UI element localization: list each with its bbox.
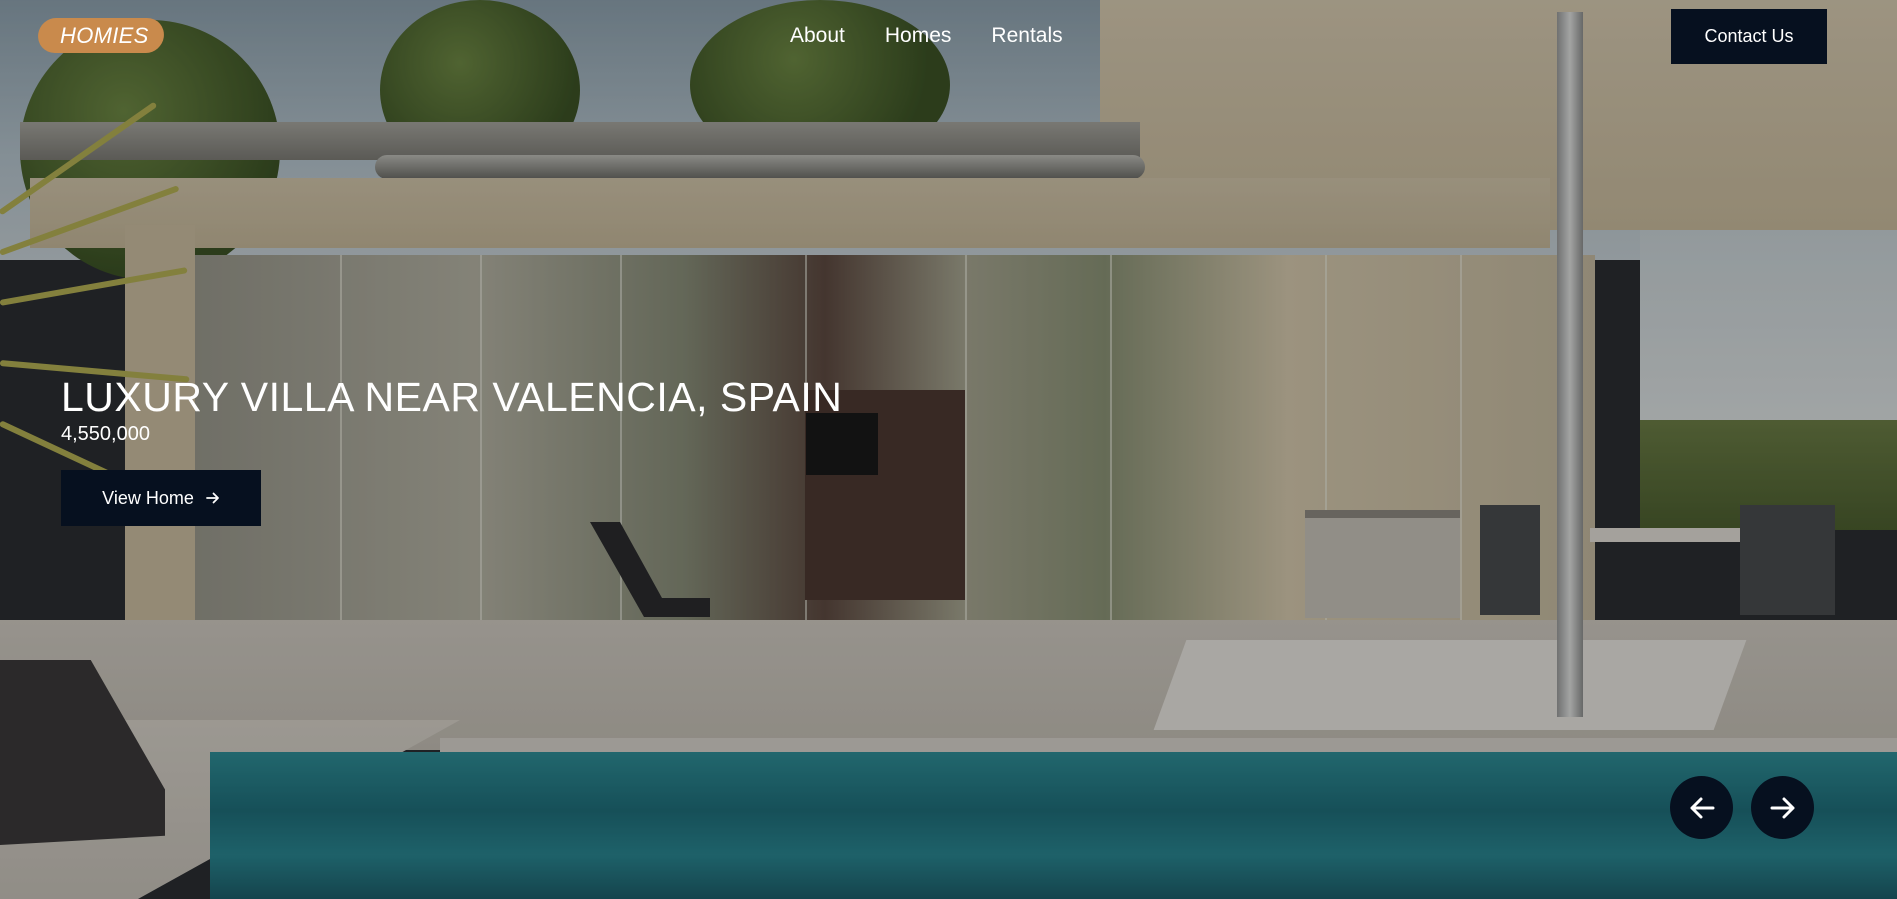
contact-us-button[interactable]: Contact Us: [1671, 9, 1827, 64]
arrow-left-icon: [1688, 794, 1716, 822]
contact-us-label: Contact Us: [1704, 26, 1794, 46]
image-overlay: [0, 0, 1897, 899]
main-nav: About Homes Rentals: [790, 22, 1063, 50]
carousel-next-button[interactable]: [1751, 776, 1814, 839]
view-home-label: View Home: [102, 487, 194, 508]
nav-link-about[interactable]: About: [790, 22, 845, 50]
view-home-button[interactable]: View Home: [61, 470, 261, 526]
hero-section: [0, 0, 1897, 899]
carousel-prev-button[interactable]: [1670, 776, 1733, 839]
nav-link-homes[interactable]: Homes: [885, 22, 952, 50]
logo-text[interactable]: HOMIES: [60, 22, 149, 50]
listing-title: LUXURY VILLA NEAR VALENCIA, SPAIN: [61, 374, 843, 420]
arrow-right-icon: [1769, 794, 1797, 822]
nav-link-rentals[interactable]: Rentals: [991, 22, 1062, 50]
arrow-right-icon: [205, 491, 220, 505]
listing-price: 4,550,000: [61, 423, 150, 445]
